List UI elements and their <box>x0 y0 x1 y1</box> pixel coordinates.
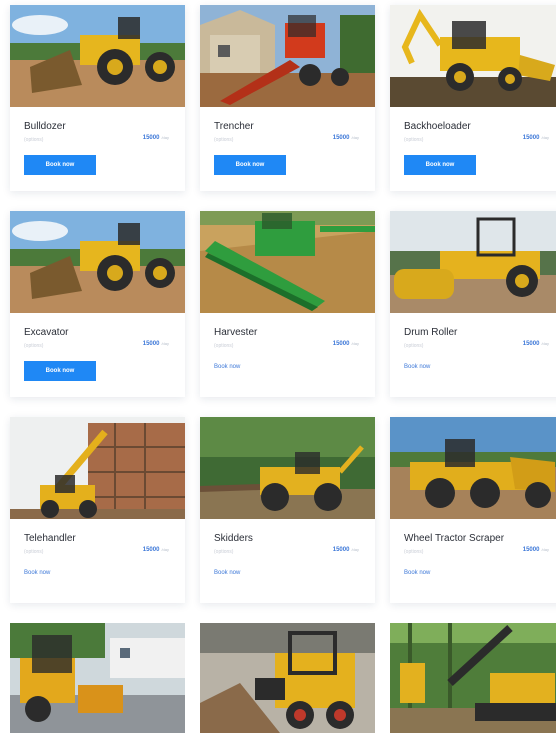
price-value: 15000 <box>332 135 350 141</box>
price-value: 15000 <box>332 547 350 553</box>
skidders-photo <box>200 417 375 519</box>
equipment-card-10 <box>10 623 185 733</box>
equipment-name: Telehandler <box>24 533 76 544</box>
equipment-name: Bulldozer <box>24 121 66 132</box>
equipment-grid: Bulldozer (options) 15000/day Book now T… <box>10 5 556 733</box>
equipment-price: 15000/day <box>143 341 169 347</box>
price-value: 15000 <box>522 547 540 553</box>
price-value: 15000 <box>142 547 160 553</box>
backhoeloader-photo <box>390 5 556 107</box>
equipment-price: 15000/day <box>333 341 359 347</box>
price-value: 15000 <box>332 341 350 347</box>
price-value: 15000 <box>142 135 160 141</box>
equipment-price: 15000/day <box>523 135 549 141</box>
equipment-name: Harvester <box>214 327 258 338</box>
equipment-name: Wheel Tractor Scraper <box>404 533 505 544</box>
wheel-tractor-scraper-photo <box>390 417 556 519</box>
equipment-subtitle: (options) <box>404 549 424 555</box>
equipment-price: 15000/day <box>143 547 169 553</box>
equipment-subtitle: (options) <box>24 137 44 143</box>
book-now-button[interactable]: Book now <box>24 155 96 175</box>
equipment-subtitle: (options) <box>404 137 424 143</box>
price-unit: /day <box>161 341 169 346</box>
equipment-card-11 <box>200 623 375 733</box>
equipment-card-12 <box>390 623 556 733</box>
loader-planer-photo <box>10 623 185 733</box>
equipment-card-telehandler: Telehandler (options) 15000/day Book now <box>10 417 185 603</box>
book-now-link[interactable]: Book now <box>24 570 50 576</box>
price-unit: /day <box>351 547 359 552</box>
price-value: 15000 <box>522 135 540 141</box>
equipment-card-excavator: Excavator (options) 15000/day Book now <box>10 211 185 397</box>
book-now-button[interactable]: Book now <box>404 155 476 175</box>
equipment-subtitle: (options) <box>404 343 424 349</box>
skid-steer-photo <box>200 623 375 733</box>
equipment-card-bulldozer: Bulldozer (options) 15000/day Book now <box>10 5 185 191</box>
price-unit: /day <box>541 547 549 552</box>
equipment-subtitle: (options) <box>214 137 234 143</box>
equipment-subtitle: (options) <box>214 549 234 555</box>
bulldozer-photo <box>10 5 185 107</box>
book-now-link[interactable]: Book now <box>214 364 240 370</box>
equipment-price: 15000/day <box>523 547 549 553</box>
book-now-link[interactable]: Book now <box>214 570 240 576</box>
price-unit: /day <box>541 135 549 140</box>
equipment-card-trencher: Trencher (options) 15000/day Book now <box>200 5 375 191</box>
equipment-card-harvester: Harvester (options) 15000/day Book now <box>200 211 375 397</box>
tracked-feller-photo <box>390 623 556 733</box>
equipment-card-drum-roller: Drum Roller (options) 15000/day Book now <box>390 211 556 397</box>
book-now-button[interactable]: Book now <box>214 155 286 175</box>
equipment-subtitle: (options) <box>214 343 234 349</box>
equipment-subtitle: (options) <box>24 343 44 349</box>
equipment-card-skidders: Skidders (options) 15000/day Book now <box>200 417 375 603</box>
book-now-link[interactable]: Book now <box>404 570 430 576</box>
price-unit: /day <box>161 547 169 552</box>
equipment-name: Skidders <box>214 533 253 544</box>
equipment-price: 15000/day <box>333 547 359 553</box>
price-value: 15000 <box>522 341 540 347</box>
book-now-link[interactable]: Book now <box>404 364 430 370</box>
equipment-card-wheel-tractor-scraper: Wheel Tractor Scraper (options) 15000/da… <box>390 417 556 603</box>
telehandler-photo <box>10 417 185 519</box>
equipment-name: Backhoeloader <box>404 121 471 132</box>
price-value: 15000 <box>142 341 160 347</box>
price-unit: /day <box>351 135 359 140</box>
equipment-name: Drum Roller <box>404 327 458 338</box>
price-unit: /day <box>161 135 169 140</box>
drum-roller-photo <box>390 211 556 313</box>
equipment-name: Trencher <box>214 121 254 132</box>
equipment-price: 15000/day <box>333 135 359 141</box>
equipment-price: 15000/day <box>523 341 549 347</box>
equipment-price: 15000/day <box>143 135 169 141</box>
price-unit: /day <box>541 341 549 346</box>
equipment-subtitle: (options) <box>24 549 44 555</box>
harvester-photo <box>200 211 375 313</box>
equipment-name: Excavator <box>24 327 69 338</box>
book-now-button[interactable]: Book now <box>24 361 96 381</box>
equipment-card-backhoeloader: Backhoeloader (options) 15000/day Book n… <box>390 5 556 191</box>
trencher-photo <box>200 5 375 107</box>
price-unit: /day <box>351 341 359 346</box>
excavator-photo <box>10 211 185 313</box>
